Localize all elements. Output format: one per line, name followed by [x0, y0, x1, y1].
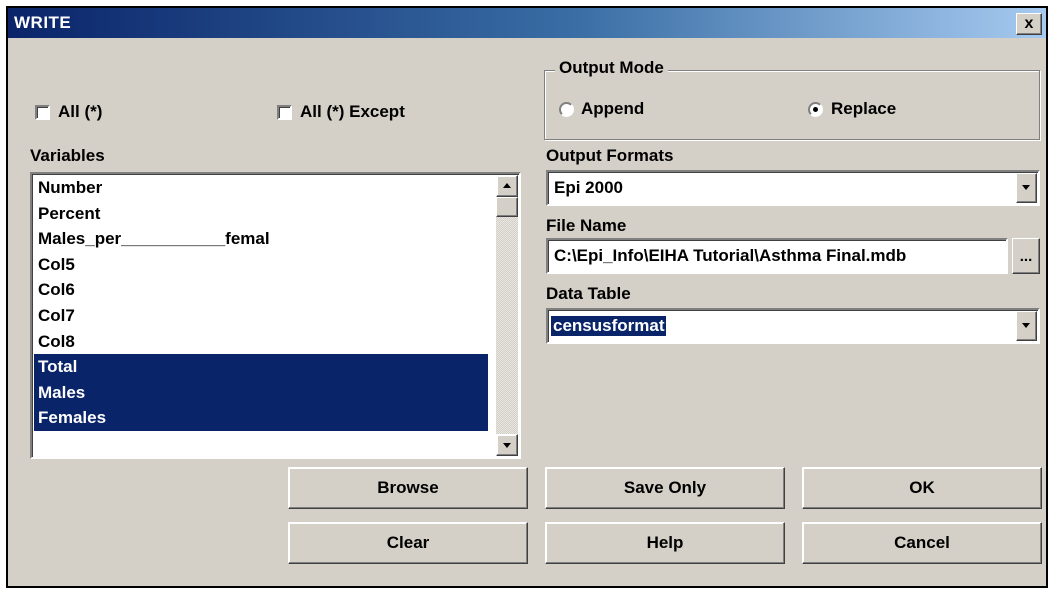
help-button[interactable]: Help	[545, 522, 785, 564]
list-item[interactable]: Total	[34, 354, 488, 380]
all-checkbox[interactable]	[35, 105, 50, 120]
append-radio-label[interactable]: Append	[581, 99, 644, 119]
browse-button[interactable]: Browse	[288, 467, 528, 509]
write-dialog: WRITE x All (*) All (*) Except Variables…	[6, 6, 1048, 588]
output-mode-group: Output Mode Append Replace	[544, 58, 1040, 140]
list-item[interactable]: Males	[34, 379, 488, 406]
data-table-select[interactable]: censusformat	[546, 308, 1040, 344]
file-name-label: File Name	[546, 216, 627, 235]
scroll-down-button[interactable]	[496, 434, 518, 456]
chevron-down-icon	[1022, 185, 1030, 190]
list-item[interactable]: Females	[34, 405, 488, 431]
arrow-up-icon	[503, 183, 511, 188]
variables-listbox[interactable]: Number Percent Males_per___________femal Co…	[30, 172, 521, 459]
file-name-input[interactable]: C:\Epi_Info\EIHA Tutorial\Asthma Final.m…	[546, 238, 1008, 274]
list-item[interactable]: Col8	[34, 329, 488, 355]
scroll-up-button[interactable]	[496, 175, 518, 197]
replace-radio-label[interactable]: Replace	[831, 99, 896, 119]
output-mode-label: Output Mode	[555, 58, 668, 78]
save-only-button[interactable]: Save Only	[545, 467, 785, 509]
variables-list: Number Percent Males_per___________femal Co…	[34, 175, 488, 431]
scroll-thumb[interactable]	[496, 197, 518, 217]
list-item[interactable]: Col7	[34, 303, 488, 329]
radio-selected-dot	[813, 107, 818, 112]
data-table-dropdown-button[interactable]	[1016, 311, 1037, 341]
close-button[interactable]: x	[1016, 13, 1042, 35]
variables-scrollbar[interactable]	[496, 175, 518, 456]
list-item[interactable]: Males_per___________femal	[34, 226, 488, 252]
clear-button[interactable]: Clear	[288, 522, 528, 564]
ok-button[interactable]: OK	[802, 467, 1042, 509]
all-except-checkbox-label[interactable]: All (*) Except	[300, 102, 405, 122]
data-table-value: censusformat	[551, 316, 667, 336]
arrow-down-icon	[503, 443, 511, 448]
output-formats-select[interactable]: Epi 2000	[546, 170, 1040, 206]
list-item[interactable]: Col6	[34, 277, 488, 303]
data-table-label: Data Table	[546, 284, 631, 303]
chevron-down-icon	[1022, 323, 1030, 328]
file-name-value: C:\Epi_Info\EIHA Tutorial\Asthma Final.m…	[554, 246, 907, 265]
append-radio[interactable]	[559, 102, 574, 117]
cancel-button[interactable]: Cancel	[802, 522, 1042, 564]
list-item[interactable]: Percent	[34, 201, 488, 227]
list-item[interactable]: Number	[34, 175, 488, 201]
variables-label: Variables	[30, 146, 105, 165]
output-formats-dropdown-button[interactable]	[1016, 173, 1037, 203]
file-browse-button[interactable]: ...	[1012, 238, 1040, 274]
all-except-checkbox[interactable]	[277, 105, 292, 120]
all-checkbox-label[interactable]: All (*)	[58, 102, 102, 122]
title-bar[interactable]: WRITE x	[8, 8, 1046, 38]
replace-radio[interactable]	[808, 102, 823, 117]
output-formats-label: Output Formats	[546, 146, 674, 165]
dialog-title: WRITE	[14, 13, 72, 32]
list-item[interactable]: Col5	[34, 252, 488, 278]
output-formats-value: Epi 2000	[554, 178, 623, 197]
